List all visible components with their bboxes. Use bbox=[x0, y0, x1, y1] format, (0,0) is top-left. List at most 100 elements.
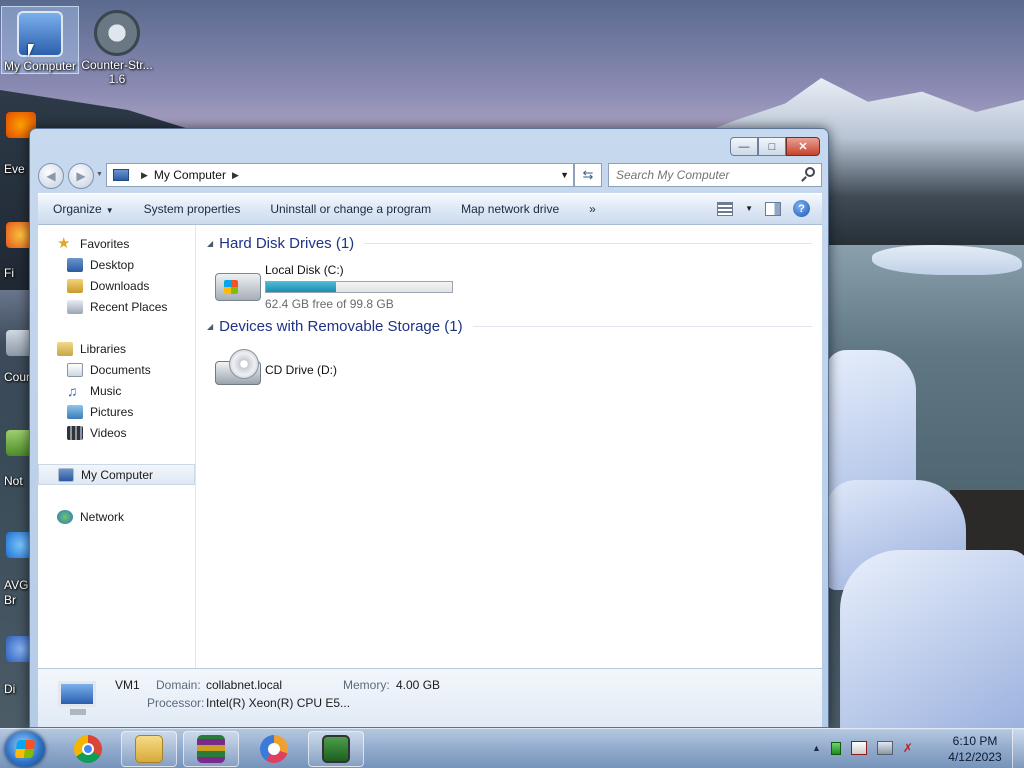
maximize-button[interactable]: □ bbox=[758, 137, 786, 156]
drive-cd-d[interactable]: CD Drive (D:) bbox=[215, 347, 395, 393]
view-dropdown-icon[interactable]: ▼ bbox=[745, 204, 753, 213]
forward-arrow-icon: ▶ bbox=[76, 169, 86, 183]
recent-pages-chevron-icon[interactable]: ▼ bbox=[96, 171, 103, 178]
show-desktop-button[interactable] bbox=[1012, 729, 1024, 768]
nav-music[interactable]: ♫ Music bbox=[38, 380, 195, 401]
nav-recent-places[interactable]: Recent Places bbox=[38, 296, 195, 317]
battery-icon[interactable] bbox=[830, 741, 841, 755]
address-bar[interactable]: ▶ My Computer ▶ ▼ bbox=[106, 163, 574, 187]
refresh-button[interactable]: ⇆ bbox=[574, 163, 602, 187]
nav-network[interactable]: Network bbox=[38, 506, 195, 527]
breadcrumb-separator-icon[interactable]: ▶ bbox=[141, 170, 148, 181]
desktop-icon-my-computer[interactable]: My Computer bbox=[1, 6, 79, 74]
nav-label: Pictures bbox=[90, 404, 134, 419]
star-icon: ★ bbox=[57, 234, 71, 252]
action-center-flag-icon[interactable] bbox=[850, 741, 867, 755]
search-icon[interactable] bbox=[805, 167, 815, 177]
preview-pane-icon[interactable] bbox=[765, 201, 781, 216]
group-removable-storage[interactable]: ◢ Devices with Removable Storage (1) bbox=[207, 318, 812, 335]
nav-documents[interactable]: Documents bbox=[38, 359, 195, 380]
network-tray-icon[interactable] bbox=[876, 741, 893, 755]
search-box[interactable] bbox=[608, 163, 822, 187]
organize-button[interactable]: Organize ▼ bbox=[38, 202, 129, 216]
nav-favorites[interactable]: ★ Favorites bbox=[38, 233, 195, 254]
more-commands-button[interactable]: » bbox=[574, 202, 611, 216]
minimize-button[interactable]: — bbox=[730, 137, 758, 156]
close-button[interactable]: ✕ bbox=[786, 137, 820, 156]
refresh-icon: ⇆ bbox=[582, 167, 594, 182]
volume-muted-icon[interactable]: ✗ bbox=[903, 741, 919, 755]
nav-downloads[interactable]: Downloads bbox=[38, 275, 195, 296]
nav-my-computer[interactable]: My Computer bbox=[38, 464, 195, 485]
nav-label: Music bbox=[90, 383, 122, 398]
navigation-bar: ◀ ▶ ▼ ▶ My Computer ▶ ▼ ⇆ bbox=[38, 162, 822, 189]
start-button[interactable] bbox=[5, 731, 45, 767]
taskbar-explorer[interactable] bbox=[121, 731, 177, 767]
drive-name: Local Disk (C:) bbox=[265, 263, 344, 277]
organize-label: Organize bbox=[53, 202, 102, 216]
change-view-icon[interactable] bbox=[717, 201, 734, 216]
nav-label: Recent Places bbox=[90, 299, 168, 314]
taskbar-chrome[interactable] bbox=[60, 731, 116, 767]
nav-libraries[interactable]: Libraries bbox=[38, 338, 195, 359]
help-icon[interactable]: ? bbox=[793, 200, 810, 217]
drive-local-disk-c[interactable]: Local Disk (C:) 62.4 GB free of 99.8 GB bbox=[215, 263, 475, 313]
nav-label: Network bbox=[80, 509, 125, 524]
search-input[interactable] bbox=[616, 168, 796, 182]
back-button[interactable]: ◀ bbox=[38, 163, 64, 189]
desktop-icon-label: Cour bbox=[4, 370, 31, 384]
drive-usage-bar bbox=[265, 281, 453, 293]
taskbar-winrar[interactable] bbox=[183, 731, 239, 767]
processor-label: Processor: bbox=[147, 696, 205, 710]
desktop-icon-counter-strike[interactable]: Counter-Str... 1.6 bbox=[78, 6, 156, 90]
explorer-icon bbox=[135, 735, 163, 763]
forward-button[interactable]: ▶ bbox=[68, 163, 94, 189]
system-properties-button[interactable]: System properties bbox=[129, 202, 256, 216]
nav-desktop[interactable]: Desktop bbox=[38, 254, 195, 275]
taskbar-browser[interactable] bbox=[246, 731, 302, 767]
group-divider bbox=[364, 243, 812, 244]
group-title: Hard Disk Drives (1) bbox=[219, 235, 355, 252]
nav-label: Favorites bbox=[80, 236, 130, 251]
back-arrow-icon: ◀ bbox=[46, 169, 56, 183]
taskbar-cpu-app[interactable] bbox=[308, 731, 364, 767]
nav-videos[interactable]: Videos bbox=[38, 422, 195, 443]
breadcrumb-my-computer[interactable]: My Computer bbox=[154, 168, 226, 182]
uninstall-program-button[interactable]: Uninstall or change a program bbox=[255, 202, 446, 216]
group-title: Devices with Removable Storage (1) bbox=[219, 318, 463, 335]
breadcrumb-separator-icon[interactable]: ▶ bbox=[232, 170, 239, 181]
downloads-folder-icon bbox=[67, 278, 83, 293]
address-dropdown-icon[interactable]: ▼ bbox=[560, 170, 569, 180]
window-controls: — □ ✕ bbox=[730, 137, 820, 156]
computer-icon bbox=[113, 169, 129, 181]
nav-pictures[interactable]: Pictures bbox=[38, 401, 195, 422]
libraries-icon bbox=[57, 341, 73, 356]
desktop-icon-label: AVG bbox=[4, 578, 29, 592]
group-hard-disk-drives[interactable]: ◢ Hard Disk Drives (1) bbox=[207, 235, 812, 252]
clock[interactable]: 6:10 PM 4/12/2023 bbox=[940, 733, 1010, 765]
drive-name: CD Drive (D:) bbox=[265, 363, 337, 377]
hard-disk-icon bbox=[215, 273, 261, 301]
windows-logo-icon bbox=[224, 280, 238, 294]
map-network-drive-button[interactable]: Map network drive bbox=[446, 202, 574, 216]
collapse-triangle-icon[interactable]: ◢ bbox=[207, 322, 213, 331]
cpu-icon bbox=[322, 735, 350, 763]
mouse-cursor-icon bbox=[28, 44, 34, 58]
desktop-icon-label-line2: 1.6 bbox=[108, 72, 126, 86]
desktop-icon-label: Eve bbox=[4, 162, 25, 176]
desktop-icon-label: My Computer bbox=[3, 59, 77, 73]
content-pane: ◢ Hard Disk Drives (1) Local Disk (C:) 6… bbox=[197, 225, 822, 668]
desktop-icon-label: Br bbox=[4, 593, 16, 607]
nav-label: Desktop bbox=[90, 257, 135, 272]
desktop-icon-label: Not bbox=[4, 474, 23, 488]
counter-strike-icon bbox=[94, 10, 140, 56]
network-icon bbox=[57, 509, 73, 524]
collapse-triangle-icon[interactable]: ◢ bbox=[207, 239, 213, 248]
nav-label: Videos bbox=[90, 425, 127, 440]
desktop-icon bbox=[67, 257, 83, 272]
explorer-window: — □ ✕ ◀ ▶ ▼ ▶ My Computer ▶ ▼ ⇆ Organize… bbox=[29, 128, 829, 728]
show-hidden-icons-icon[interactable]: ▲ bbox=[812, 743, 821, 753]
drive-usage-fill bbox=[266, 282, 336, 292]
command-bar: Organize ▼ System properties Uninstall or… bbox=[38, 193, 822, 225]
system-tray: ▲ ✗ bbox=[812, 741, 919, 755]
